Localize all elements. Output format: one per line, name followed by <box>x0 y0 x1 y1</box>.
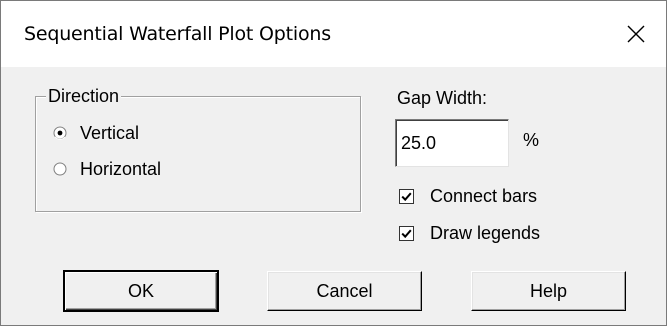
help-button[interactable]: Help <box>471 271 626 311</box>
connect-bars-label: Connect bars <box>430 186 538 206</box>
radio-horizontal-label: Horizontal <box>80 159 162 179</box>
direction-group-label: Direction <box>46 85 122 107</box>
dialog-window: Sequential Waterfall Plot Options Direct… <box>0 0 667 326</box>
checkbox-draw-legends[interactable]: Draw legends <box>399 222 540 244</box>
close-button[interactable] <box>606 1 666 67</box>
ok-button[interactable]: OK <box>63 270 219 312</box>
radio-horizontal[interactable]: Horizontal <box>53 158 161 180</box>
checkbox-checked-icon <box>399 188 414 204</box>
radio-unselected-icon <box>53 162 67 176</box>
gap-width-label: Gap Width: <box>397 88 488 108</box>
draw-legends-label: Draw legends <box>430 223 541 243</box>
gap-width-unit: % <box>523 130 540 150</box>
checkbox-connect-bars[interactable]: Connect bars <box>399 185 537 207</box>
dialog-client-area: Direction Vertical Horizontal Gap Width:… <box>1 67 666 325</box>
close-icon <box>627 25 645 43</box>
window-title: Sequential Waterfall Plot Options <box>24 23 331 45</box>
title-bar: Sequential Waterfall Plot Options <box>1 1 666 67</box>
gap-width-input[interactable] <box>395 119 509 167</box>
radio-vertical-label: Vertical <box>80 123 140 143</box>
checkbox-checked-icon <box>399 225 414 241</box>
cancel-button[interactable]: Cancel <box>267 271 422 311</box>
radio-selected-icon <box>53 126 67 140</box>
direction-groupbox: Direction Vertical Horizontal <box>35 85 361 212</box>
radio-vertical[interactable]: Vertical <box>53 122 139 144</box>
